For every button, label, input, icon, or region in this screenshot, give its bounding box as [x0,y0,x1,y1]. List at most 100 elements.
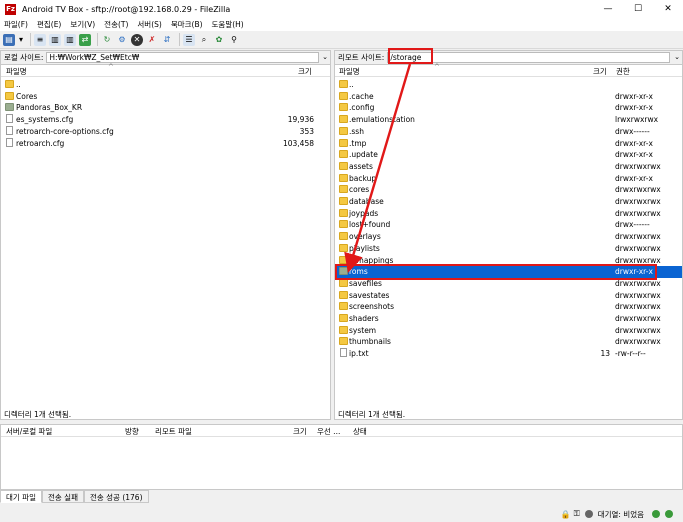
file-name: savefiles [349,278,382,288]
tab-successful[interactable]: 전송 성공 (176) [83,490,149,503]
key-icon: ⚿ [573,509,580,518]
folder-icon [339,278,348,287]
folder-icon [339,302,348,311]
list-item[interactable]: savestates drwxrwxrwx [335,290,682,302]
folder-icon [339,138,348,147]
list-item[interactable]: .tmp drwxr-xr-x [335,138,682,150]
list-item[interactable]: es_systems.cfg 19,936 [1,114,330,126]
folder-icon [5,91,14,100]
dropdown-arrow-icon[interactable]: ▾ [18,34,24,46]
toolbar: ▤ ▾ ≡ ▥ ▥ ⇄ ↻ ⚙ ✕ ✗ ⇵ ☰ ⌕ ✿ ⚲ [0,31,683,49]
remote-col-size[interactable]: 크기 [593,66,607,77]
queue-col-direction[interactable]: 방향 [125,426,139,437]
remote-column-header: 파일명 ^ 크기 권한 [335,63,682,77]
close-button[interactable]: ✕ [653,0,683,18]
file-name: .emulationstation [349,115,415,125]
file-name: playlists [349,243,380,253]
queue-col-status[interactable]: 상태 [353,426,367,437]
file-permissions: drwxr-xr-x [615,138,653,148]
list-item[interactable]: .ssh drwx------ [335,126,682,138]
list-item[interactable]: cores drwxrwxrwx [335,184,682,196]
local-col-name[interactable]: 파일명 [6,66,27,77]
file-name: lost+found [349,220,391,230]
list-item[interactable]: database drwxrwxrwx [335,196,682,208]
list-item[interactable]: .. [1,79,330,91]
list-item[interactable]: joypads drwxrwxrwx [335,208,682,220]
list-item[interactable]: Cores [1,91,330,103]
menu-help[interactable]: 도움말(H) [212,19,244,30]
list-item[interactable]: ip.txt 13 -rw-r--r-- [335,348,682,360]
file-permissions: lrwxrwxrwx [615,115,659,125]
list-item[interactable]: .. [335,79,682,91]
search-icon[interactable]: ⚲ [228,34,240,46]
list-item[interactable]: overlays drwxrwxrwx [335,231,682,243]
menu-file[interactable]: 파일(F) [4,19,28,30]
site-manager-icon[interactable]: ▤ [3,33,15,46]
file-name: overlays [349,232,381,242]
list-item[interactable]: .cache drwxr-xr-x [335,91,682,103]
list-item[interactable]: .update drwxr-xr-x [335,149,682,161]
list-item[interactable]: assets drwxrwxrwx [335,161,682,173]
cancel-icon[interactable]: ✕ [131,33,143,46]
file-name: system [349,325,377,335]
file-permissions: drwxr-xr-x [615,173,653,183]
sync-browse-icon[interactable]: ✿ [213,34,225,46]
list-item[interactable]: playlists drwxrwxrwx [335,243,682,255]
list-item[interactable]: .config drwxr-xr-x [335,102,682,114]
tab-failed[interactable]: 전송 실패 [41,490,84,503]
list-item[interactable]: system drwxrwxrwx [335,325,682,337]
file-permissions: drwxrwxrwx [615,208,661,218]
remote-col-name[interactable]: 파일명 [339,66,360,77]
list-item[interactable]: lost+found drwx------ [335,219,682,231]
local-col-size[interactable]: 크기 [298,66,312,77]
queue-col-priority[interactable]: 우선 ... [317,426,340,437]
menu-transfer[interactable]: 전송(T) [104,19,128,30]
list-item[interactable]: screenshots drwxrwxrwx [335,301,682,313]
reconnect-icon[interactable]: ⇵ [161,34,173,46]
file-permissions: drwxr-xr-x [615,103,653,113]
file-permissions: drwx------ [615,126,650,136]
file-name: assets [349,161,373,171]
list-item[interactable]: retroarch.cfg 103,458 [1,137,330,150]
local-path-input[interactable]: H:₩Work₩Z_Set₩Etc₩ [46,52,320,63]
local-site-label: 로컬 사이트: [4,53,44,62]
file-icon [6,125,13,135]
local-tree-icon[interactable]: ▥ [49,33,61,46]
folder-icon [339,150,348,159]
disconnect-icon[interactable]: ✗ [146,34,158,46]
menu-server[interactable]: 서버(S) [137,19,161,30]
tab-queued[interactable]: 대기 파일 [0,490,42,503]
file-icon [6,137,13,147]
file-name: .config [349,103,375,113]
queue-col-file[interactable]: 서버/로컬 파일 [6,426,52,437]
list-item[interactable]: retroarch-core-options.cfg 353 [1,125,330,138]
list-item[interactable]: shaders drwxrwxrwx [335,313,682,325]
compare-icon[interactable]: ⌕ [198,34,210,46]
refresh-icon[interactable]: ↻ [101,34,113,46]
folder-icon [339,173,348,182]
list-item[interactable]: backup drwxr-xr-x [335,173,682,185]
activity-led-icon [665,510,673,518]
list-item[interactable]: .emulationstation lrwxrwxrwx [335,114,682,126]
remote-tree-icon[interactable]: ▥ [64,33,76,46]
remote-col-perm[interactable]: 권한 [616,66,630,77]
minimize-button[interactable]: — [593,0,623,18]
menu-bookmarks[interactable]: 북마크(B) [171,19,203,30]
transfer-queue-icon[interactable]: ⇄ [79,33,91,46]
file-permissions: drwxr-xr-x [615,91,653,101]
remote-site-label: 리모트 사이트: [338,53,385,62]
message-log-icon[interactable]: ≡ [34,33,46,46]
file-name: savestates [349,290,390,300]
queue-col-remote[interactable]: 리모트 파일 [155,426,192,437]
filter-icon[interactable]: ☰ [183,33,195,46]
list-item[interactable]: Pandoras_Box_KR [1,102,330,114]
chevron-down-icon[interactable]: ⌄ [322,53,328,61]
queue-status-text: 대기열: 비었음 [597,509,644,519]
queue-col-size[interactable]: 크기 [293,426,307,437]
maximize-button[interactable]: ☐ [623,0,653,18]
list-item[interactable]: thumbnails drwxrwxrwx [335,336,682,348]
menu-view[interactable]: 보기(V) [70,19,95,30]
menu-edit[interactable]: 편집(E) [37,19,61,30]
chevron-down-icon[interactable]: ⌄ [674,53,680,61]
process-queue-icon[interactable]: ⚙ [116,34,128,46]
